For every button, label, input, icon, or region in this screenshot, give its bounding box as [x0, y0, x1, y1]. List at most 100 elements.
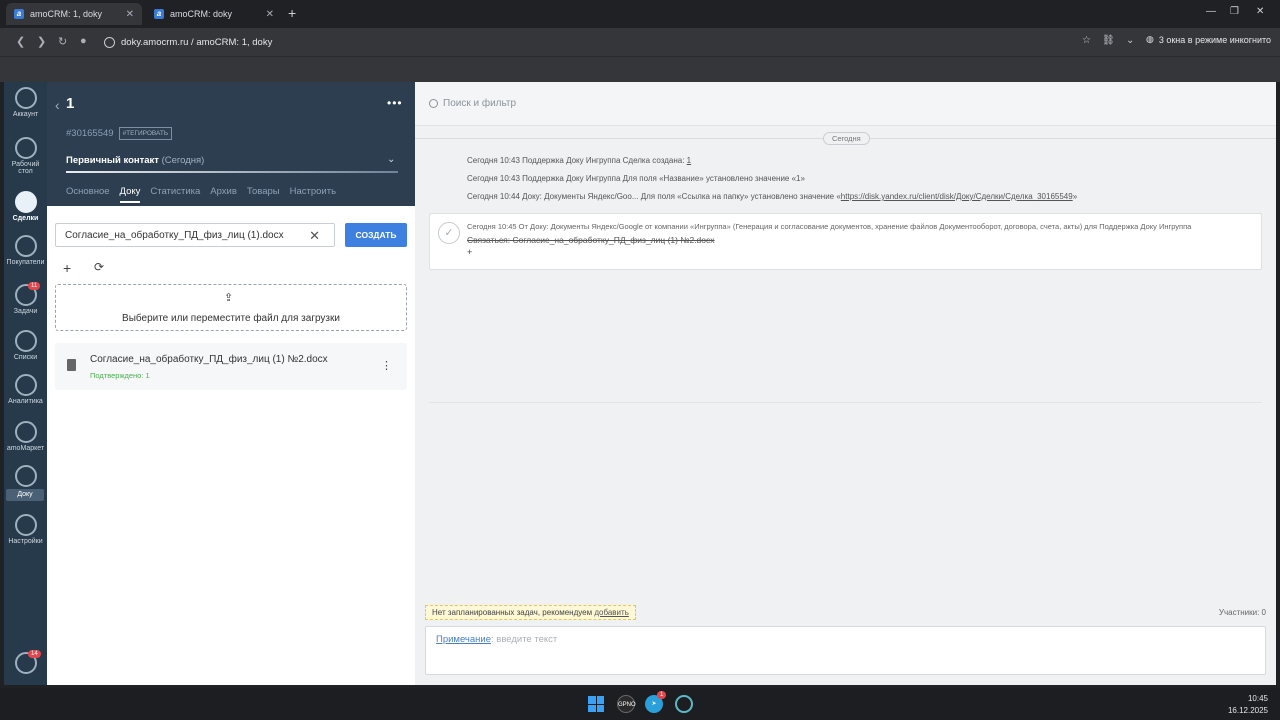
document-icon [67, 359, 76, 371]
deals-icon [14, 191, 37, 213]
analytics-icon [14, 374, 37, 396]
bookmark-star-icon[interactable]: ☆ [1082, 35, 1091, 46]
tab-configure[interactable]: Настроить [290, 186, 336, 203]
nav-chats[interactable]: 14 [4, 650, 47, 676]
nav-tasks[interactable]: 11 Задачи [4, 282, 47, 315]
amocrm-app: Аккаунт Рабочий стол Сделки Покупатели 1… [4, 82, 1276, 685]
tab-statistics[interactable]: Статистика [150, 186, 200, 203]
doku-icon [14, 465, 37, 487]
nav-tooltip: Доку [6, 489, 44, 501]
wrench-icon [14, 514, 37, 536]
browser-app-icon[interactable] [675, 695, 693, 713]
tab-doku[interactable]: Доку [119, 186, 141, 203]
pipeline-stage[interactable]: Первичный контакт (Сегодня) [66, 155, 204, 166]
file-dropzone[interactable]: ⇪ Выберите или переместите файл для загр… [55, 284, 407, 331]
back-icon[interactable]: ❮ [16, 35, 25, 48]
feed-search[interactable]: Поиск и фильтр [415, 82, 1276, 126]
deal-link[interactable]: 1 [687, 156, 691, 165]
deal-title[interactable]: 1 [66, 95, 74, 112]
url-text: doky.amocrm.ru / amoCRM: 1, doky [121, 36, 273, 48]
dashboard-icon [14, 137, 37, 159]
close-tab-icon[interactable]: ✕ [266, 9, 274, 20]
file-upload-icon: ⇪ [224, 292, 234, 304]
incognito-indicator[interactable]: ◍ 3 окна в режиме инкогнито [1146, 34, 1271, 45]
site-info-icon[interactable] [104, 36, 115, 48]
close-tab-icon[interactable]: ✕ [126, 9, 134, 20]
amomarket-icon [14, 421, 37, 443]
back-arrow-icon[interactable]: ‹ [55, 97, 60, 113]
note-text: Связаться: Согласие_на_обработку_ПД_физ_… [467, 235, 715, 245]
system-clock[interactable]: 10:45 16.12.2025 [1228, 693, 1268, 717]
tab-title: amoCRM: doky [170, 9, 233, 19]
refresh-icon[interactable]: ⟳ [94, 260, 104, 274]
file-item[interactable]: Согласие_на_обработку_ПД_физ_лиц (1) №2.… [55, 343, 407, 390]
add-icon[interactable]: + [63, 260, 71, 276]
chevron-down-icon[interactable]: ⌄ [387, 154, 395, 165]
nav-doku[interactable] [4, 465, 47, 489]
link-icon[interactable]: ⛓ [1102, 35, 1115, 46]
stage-progress [66, 171, 398, 173]
check-icon[interactable]: ✓ [438, 222, 460, 244]
close-window-icon[interactable]: ✕ [1256, 6, 1264, 17]
file-name: Согласие_на_обработку_ПД_физ_лиц (1) №2.… [90, 354, 328, 365]
document-input[interactable]: Согласие_на_обработку_ПД_физ_лиц (1).doc… [55, 223, 335, 247]
activity-feed: Поиск и фильтр Сегодня Сегодня 10:43 Под… [415, 82, 1276, 685]
minimize-icon[interactable]: — [1206, 6, 1216, 17]
create-button[interactable]: СОЗДАТЬ [345, 223, 407, 247]
folder-link[interactable]: https://disk.yandex.ru/client/disk/Доку/… [841, 192, 1073, 201]
search-icon [429, 99, 438, 108]
address-bar[interactable]: doky.amocrm.ru / amoCRM: 1, doky [100, 32, 480, 52]
task-note-card: ✓ Сегодня 10:45 От Доку: Документы Яндек… [429, 213, 1262, 270]
divider [429, 402, 1262, 403]
os-taskbar: GPNO ➤ 1 10:45 16.12.2025 [0, 688, 1280, 720]
tab-main[interactable]: Основное [66, 186, 110, 203]
chat-badge: 14 [28, 650, 41, 658]
telegram-badge: 1 [657, 691, 667, 699]
new-tab-icon[interactable]: + [288, 5, 296, 21]
note-plus[interactable]: + [467, 247, 472, 257]
feed-event: Сегодня 10:43 Поддержка Доку Ингруппа Дл… [467, 174, 805, 183]
left-navigation: Аккаунт Рабочий стол Сделки Покупатели 1… [4, 82, 47, 685]
participants-count[interactable]: Участники: 0 [1219, 608, 1266, 617]
nav-deals[interactable]: Сделки [4, 191, 47, 222]
tag-button[interactable]: #ТЕГИРОВАТЬ [118, 127, 173, 140]
note-type-link[interactable]: Примечание [436, 634, 491, 645]
nav-amomarket[interactable]: amoМаркет [4, 421, 47, 452]
browser-tab-active[interactable]: a amoCRM: 1, doky ✕ [6, 3, 142, 25]
account-icon [14, 87, 37, 109]
tasks-warning: Нет запланированных задач, рекомендуем д… [425, 605, 636, 620]
bookmarks-bar [0, 56, 1280, 82]
browser-tabbar: a amoCRM: 1, doky ✕ a amoCRM: doky ✕ + —… [0, 0, 1280, 28]
app-icon[interactable]: GPNO [617, 695, 636, 713]
chevron-down-icon[interactable]: ⌄ [1126, 35, 1134, 46]
clear-icon[interactable]: ✕ [309, 228, 320, 244]
file-menu-icon[interactable]: ⋮ [381, 359, 392, 372]
note-meta: Сегодня 10:45 От Доку: Документы Яндекс/… [467, 222, 1192, 231]
nav-analytics[interactable]: Аналитика [4, 374, 47, 405]
nav-account[interactable]: Аккаунт [4, 87, 47, 118]
browser-tab[interactable]: a amoCRM: doky ✕ [146, 3, 282, 25]
restore-icon[interactable]: ❐ [1230, 6, 1239, 17]
nav-dashboard[interactable]: Рабочий стол [4, 137, 47, 175]
microphone-icon[interactable]: ● [80, 35, 87, 47]
nav-lists[interactable]: Списки [4, 330, 47, 361]
document-input-value: Согласие_на_обработку_ПД_физ_лиц (1).doc… [65, 229, 284, 241]
incognito-icon: ◍ [1146, 34, 1154, 44]
tab-archive[interactable]: Архив [210, 186, 237, 203]
nav-customers[interactable]: Покупатели [4, 235, 47, 266]
day-label: Сегодня [823, 132, 870, 145]
windows-start-icon[interactable] [588, 696, 604, 712]
forward-icon[interactable]: ❯ [37, 35, 46, 48]
feed-event: Сегодня 10:43 Поддержка Доку Ингруппа Сд… [467, 156, 692, 165]
note-compose[interactable]: Примечание: введите текст [425, 626, 1266, 675]
feed-event: Сегодня 10:44 Доку: Документы Яндекс/Goo… [467, 192, 1078, 201]
add-task-link[interactable]: добавить [594, 608, 629, 617]
amocrm-favicon-icon: a [154, 9, 164, 19]
deal-id: #30165549 [66, 128, 114, 139]
tasks-badge: 11 [28, 282, 41, 290]
tab-products[interactable]: Товары [247, 186, 280, 203]
reload-icon[interactable]: ↻ [58, 35, 67, 48]
tab-title: amoCRM: 1, doky [30, 9, 103, 19]
more-options-icon[interactable]: ••• [387, 96, 403, 110]
nav-settings[interactable]: Настройки [4, 514, 47, 545]
